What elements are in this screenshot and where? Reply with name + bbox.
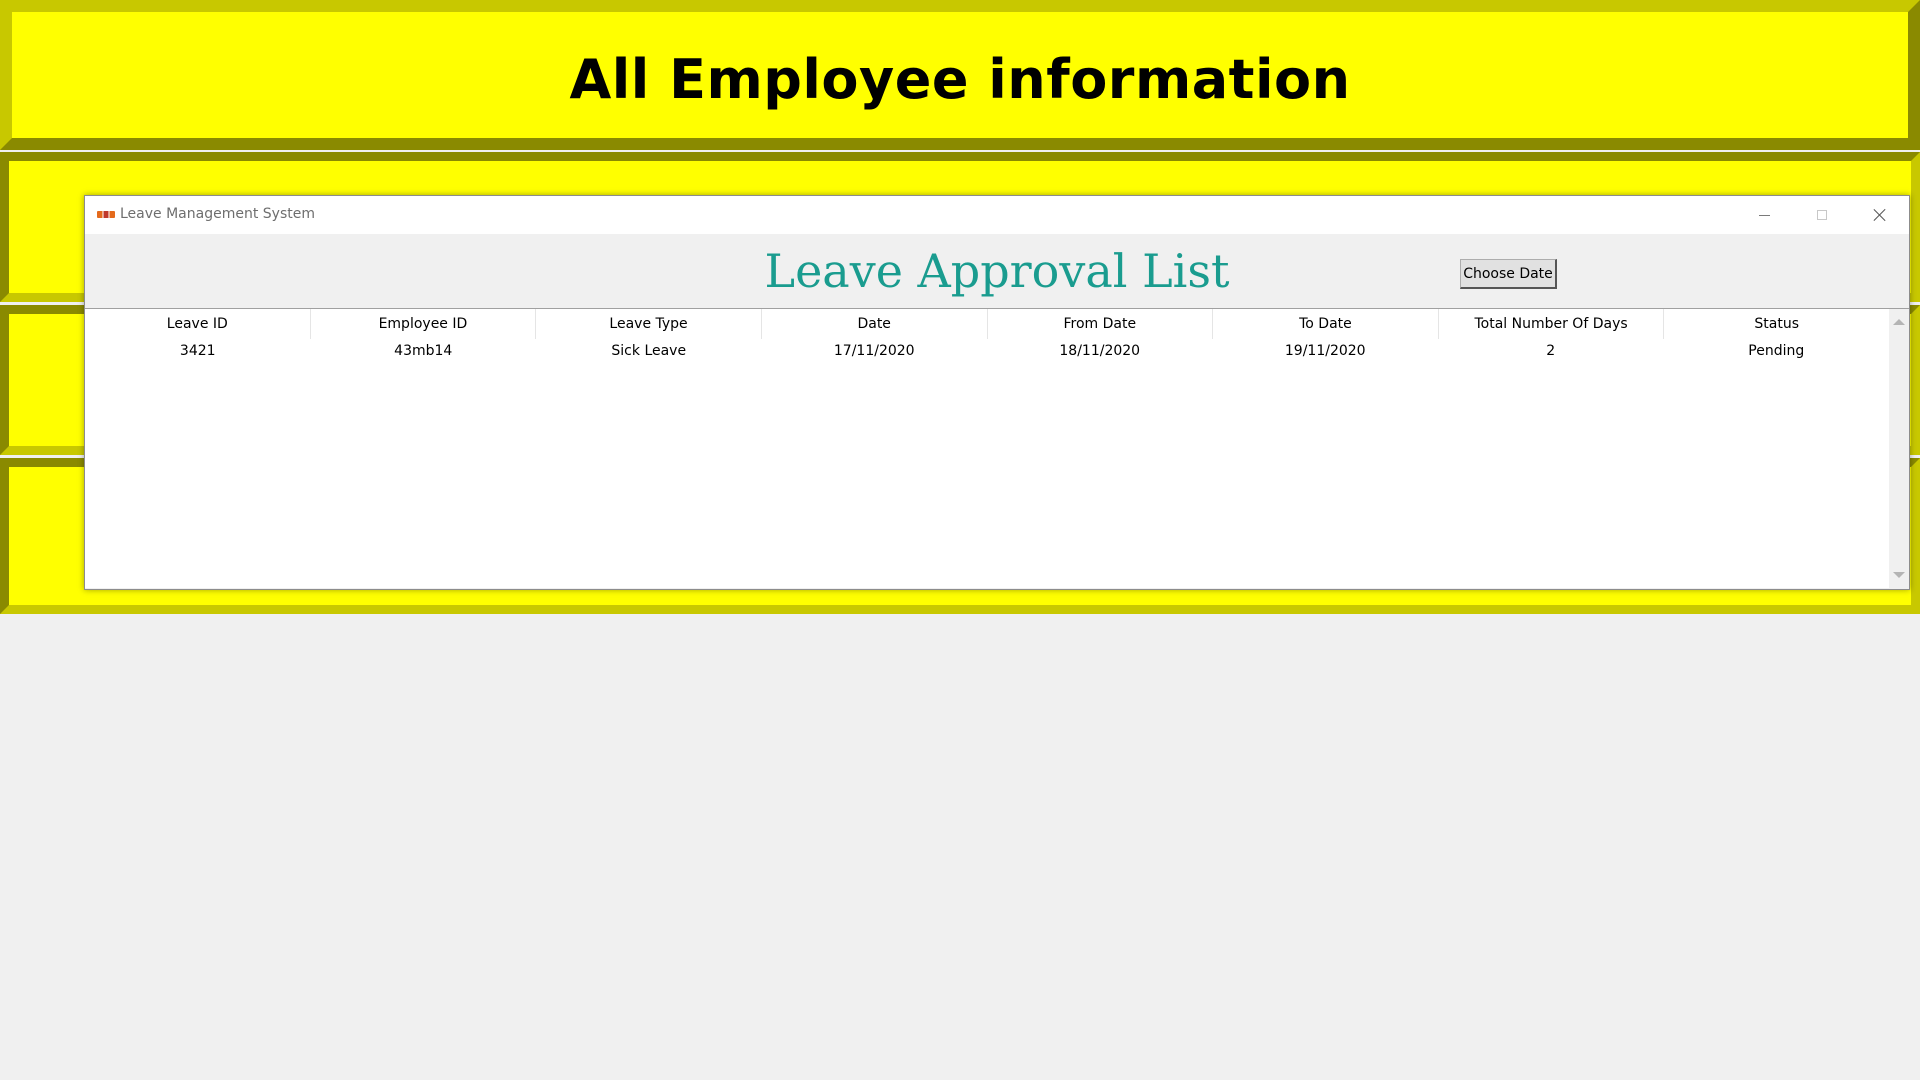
window-titlebar[interactable]: Leave Management System [85,196,1909,234]
cell-status: Pending [1748,343,1805,359]
column-header-status[interactable]: Status [1664,309,1889,339]
table-row[interactable]: 3421 43mb14 Sick Leave 17/11/2020 18/11/… [85,339,1889,363]
page-title: Leave Approval List [764,244,1230,298]
column-header-leave-id[interactable]: Leave ID [85,309,311,339]
cell-date: 17/11/2020 [833,343,915,359]
maximize-button[interactable] [1793,196,1851,234]
cell-leave-id: 3421 [179,343,216,359]
leave-table[interactable]: Leave ID Employee ID Leave Type Date Fro… [85,308,1889,588]
cell-total-days: 2 [1546,343,1556,359]
app-logo-icon [97,211,115,218]
scroll-up-icon[interactable] [1893,319,1905,325]
cell-to-date: 19/11/2020 [1284,343,1366,359]
cell-leave-type: Sick Leave [611,343,687,359]
window-title: Leave Management System [120,206,315,222]
table-header-row: Leave ID Employee ID Leave Type Date Fro… [85,309,1889,339]
cell-employee-id: 43mb14 [394,343,453,359]
table-scrollbar[interactable] [1889,308,1909,588]
leave-management-window: Leave Management System Leave Approval L… [84,195,1910,590]
minimize-button[interactable] [1735,196,1793,234]
column-header-from-date[interactable]: From Date [988,309,1214,339]
column-header-employee-id[interactable]: Employee ID [311,309,537,339]
choose-date-button[interactable]: Choose Date [1460,259,1557,289]
scroll-down-icon[interactable] [1893,572,1905,578]
column-header-to-date[interactable]: To Date [1213,309,1439,339]
column-header-total-days[interactable]: Total Number Of Days [1439,309,1665,339]
close-icon [1873,208,1887,222]
close-button[interactable] [1851,196,1909,234]
maximize-icon [1817,210,1827,220]
header-panel: All Employee information [0,0,1920,150]
column-header-date[interactable]: Date [762,309,988,339]
minimize-icon [1758,214,1770,216]
cell-from-date: 18/11/2020 [1059,343,1141,359]
header-title: All Employee information [569,48,1351,111]
column-header-leave-type[interactable]: Leave Type [536,309,762,339]
